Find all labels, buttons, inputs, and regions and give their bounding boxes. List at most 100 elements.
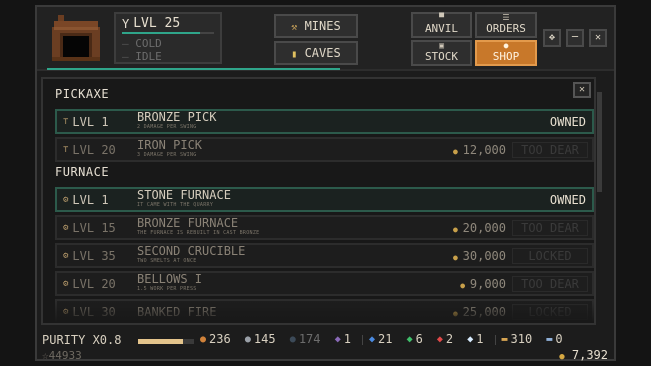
item-price: ● 30,000 — [453, 248, 506, 263]
resource-item: ▬ 0 — [546, 332, 562, 346]
list-icon: ☰ — [502, 13, 510, 22]
shop-item-row[interactable]: ⚙ LVL 15 BRONZE FURNACE THE FURNACE IS REBU… — [55, 215, 594, 240]
minimize-icon: ─ — [571, 32, 579, 43]
item-level: ⚙ LVL 1 — [63, 192, 109, 207]
shop-button[interactable]: ● SHOP — [475, 40, 537, 66]
close-icon: ✕ — [594, 32, 602, 43]
list-fade — [43, 301, 594, 323]
item-name: IRON PICK — [137, 137, 203, 152]
item-state-button: OWNED — [549, 192, 586, 207]
level-progress-fill — [122, 32, 201, 34]
resource-item: ◆ 2 — [437, 332, 453, 346]
item-level: ⊤ LVL 1 — [63, 114, 109, 129]
item-level: ⚙ LVL 15 — [63, 220, 116, 235]
amethyst-icon: ◆ — [334, 333, 341, 345]
gear-icon: ⚙ — [63, 278, 69, 289]
item-description: 2 DAMAGE PER SWING — [137, 123, 197, 130]
item-name-block: BRONZE FURNACE THE FURNACE IS REBUILT IN … — [137, 215, 442, 238]
pickaxe-icon: ⊤ — [63, 144, 69, 155]
section-title: FURNACE — [55, 165, 110, 179]
level-progress-bar — [122, 32, 214, 34]
coin-icon: ● — [503, 41, 509, 50]
bronze-ingot-icon: ▬ — [501, 333, 508, 345]
gear-icon: ⚙ — [63, 222, 69, 233]
coin-icon: ● — [460, 280, 470, 290]
coin-icon: ● — [453, 252, 463, 262]
furnace-icon — [44, 13, 108, 63]
pickaxe-icon: ⚒ — [291, 22, 298, 33]
item-name-block: SECOND CRUCIBLE TWO SMELTS AT ONCE — [137, 243, 442, 266]
item-name: STONE FURNACE — [137, 187, 231, 202]
anvil-button[interactable]: ▀ ANVIL — [411, 12, 472, 38]
item-description: 3 DAMAGE PER SWING — [137, 151, 197, 158]
resource-item: ▬ 310 — [502, 332, 533, 346]
shop-item-row[interactable]: ⚙ LVL 1 STONE FURNACE IT CAME WITH THE QUAR… — [55, 187, 594, 212]
torch-icon: ▮ — [291, 49, 298, 60]
mines-button[interactable]: ⚒ MINES — [274, 14, 358, 38]
sapphire-icon: ◆ — [369, 333, 376, 345]
item-state-button[interactable]: LOCKED — [512, 247, 588, 264]
box-icon: ▣ — [439, 41, 444, 50]
resource-item: ● 174 — [290, 332, 321, 346]
resource-count: 0 — [555, 332, 563, 346]
ruby-icon: ◆ — [436, 333, 443, 345]
close-shop-button[interactable]: ✕ — [573, 82, 591, 98]
purity-bar — [138, 339, 194, 344]
item-name: SECOND CRUCIBLE — [137, 243, 246, 258]
item-description: TWO SMELTS AT ONCE — [137, 257, 197, 264]
shop-item-row[interactable]: ⊤ LVL 20 IRON PICK 3 DAMAGE PER SWING ● 12,0… — [55, 137, 594, 162]
shop-item-row[interactable]: ⊤ LVL 1 BRONZE PICK 2 DAMAGE PER SWING OWNED — [55, 109, 594, 134]
coin-icon: ● — [559, 352, 565, 362]
star-icon: ☆ — [42, 349, 49, 362]
pickaxe-icon: Y — [122, 16, 130, 31]
item-name: BELLOWS I — [137, 271, 203, 286]
coal-icon: ● — [289, 333, 296, 345]
item-name-block: BELLOWS I 1.5 WORK PER PRESS — [137, 271, 442, 294]
caves-button[interactable]: ▮ CAVES — [274, 41, 358, 65]
iron-ingot-icon: ▬ — [546, 333, 553, 345]
anvil-icon: ▀ — [439, 13, 444, 22]
item-state-button[interactable]: TOO DEAR — [512, 275, 588, 292]
item-name-block: BRONZE PICK 2 DAMAGE PER SWING — [137, 109, 446, 132]
resource-item: ◆ 1 — [467, 332, 483, 346]
game-window: Y LVL 25 — COLD — IDLE ⚒ MINES ▮ CAVES ▀… — [35, 5, 616, 362]
resource-item: ◆ 6 — [407, 332, 423, 346]
scrollbar[interactable] — [597, 92, 602, 192]
resource-item: ● 145 — [245, 332, 276, 346]
resource-count: 21 — [378, 332, 393, 346]
shop-item-row[interactable]: ⚙ LVL 20 BELLOWS I 1.5 WORK PER PRESS ● 9,00… — [55, 271, 594, 296]
item-state-button[interactable]: TOO DEAR — [512, 219, 588, 236]
resource-count: 6 — [415, 332, 423, 346]
item-level: ⚙ LVL 35 — [63, 248, 116, 263]
item-state-button[interactable]: TOO DEAR — [512, 141, 588, 158]
temperature-status: COLD — [135, 37, 162, 50]
pickaxe-icon: ⊤ — [63, 116, 69, 127]
status-card: Y LVL 25 — COLD — IDLE — [114, 12, 222, 64]
item-price: ● 12,000 — [453, 142, 506, 157]
section-title: PICKAXE — [55, 87, 110, 101]
shop-item-row[interactable]: ⚙ LVL 35 SECOND CRUCIBLE TWO SMELTS AT ONCE… — [55, 243, 594, 268]
item-name-block: STONE FURNACE IT CAME WITH THE QUARRY — [137, 187, 446, 210]
coin-icon: ● — [453, 224, 463, 234]
close-icon: ✕ — [578, 84, 586, 95]
settings-button[interactable]: ✥ — [543, 29, 561, 47]
item-name: BRONZE FURNACE — [137, 215, 239, 230]
header-bar: Y LVL 25 — COLD — IDLE ⚒ MINES ▮ CAVES ▀… — [37, 7, 614, 71]
item-state-button: OWNED — [549, 114, 586, 129]
divider — [494, 335, 496, 345]
iron-ore-icon: ● — [244, 333, 251, 345]
resource-count: 1 — [343, 332, 351, 346]
stock-button[interactable]: ▣ STOCK — [411, 40, 472, 66]
item-name: BRONZE PICK — [137, 109, 217, 124]
orders-button[interactable]: ☰ ORDERS — [475, 12, 537, 38]
close-window-button[interactable]: ✕ — [589, 29, 607, 47]
purity-label: PURITY X0.8 — [42, 333, 122, 347]
resource-item: ◆ 21 — [369, 332, 392, 346]
gear-icon: ⚙ — [63, 194, 69, 205]
gear-icon: ⚙ — [63, 250, 69, 261]
resource-count: 1 — [476, 332, 484, 346]
level-label: LVL 25 — [133, 16, 181, 31]
resource-count: 236 — [209, 332, 231, 346]
item-name-block: IRON PICK 3 DAMAGE PER SWING — [137, 137, 442, 160]
minimize-button[interactable]: ─ — [566, 29, 584, 47]
